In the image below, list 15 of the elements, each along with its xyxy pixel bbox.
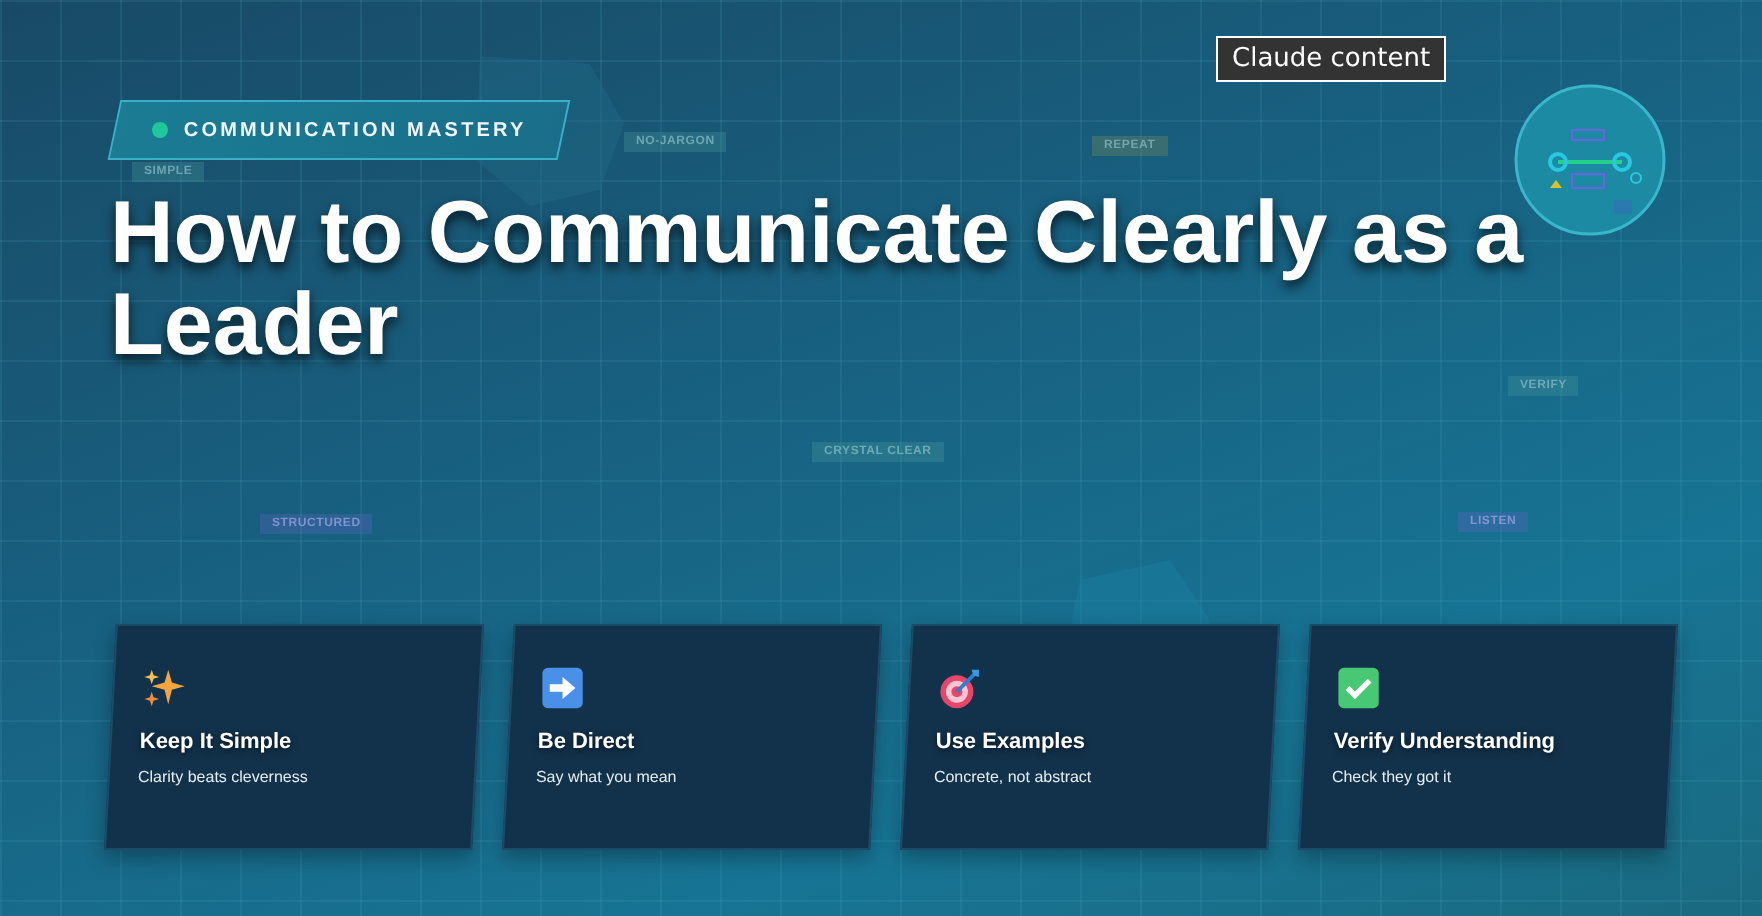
page-title: How to Communicate Clearly as a Leader: [110, 188, 1526, 372]
card-title: Verify Understanding: [1333, 730, 1555, 754]
card-text: Clarity beats cleverness: [137, 768, 308, 786]
target-icon: [938, 666, 983, 710]
card-text: Say what you mean: [535, 768, 677, 786]
tooltip: Claude content: [1216, 36, 1447, 82]
card-text: Concrete, not abstract: [933, 768, 1092, 786]
card-text: Check they got it: [1331, 768, 1452, 786]
card-title: Use Examples: [935, 730, 1085, 754]
card-title: Keep It Simple: [139, 730, 292, 754]
status-dot: [152, 122, 168, 138]
checkmark-icon: [1336, 666, 1381, 710]
badge-label: COMMUNICATION MASTERY: [184, 119, 527, 141]
sparkles-icon: [142, 666, 187, 710]
card-title: Be Direct: [537, 730, 635, 754]
